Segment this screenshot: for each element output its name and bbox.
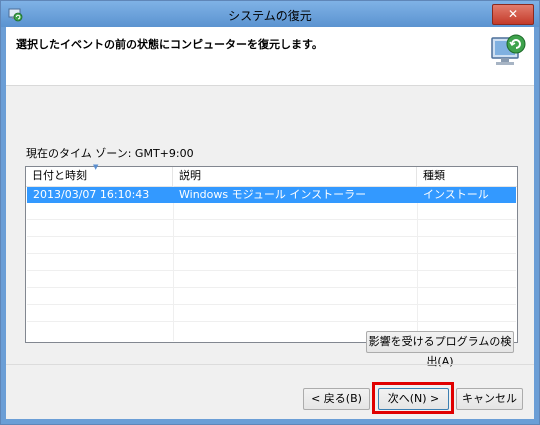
list-header: 日付と時刻 ▼ 説明 種類: [26, 163, 517, 187]
wizard-header: 選択したイベントの前の状態にコンピューターを復元します。: [6, 27, 534, 86]
back-button[interactable]: < 戻る(B): [303, 388, 370, 410]
page-heading: 選択したイベントの前の状態にコンピューターを復元します。: [16, 38, 323, 51]
cell-datetime: 2013/03/07 16:10:43: [33, 188, 150, 201]
system-restore-window: システムの復元 ✕ 選択したイベントの前の状態にコンピューターを復元します。 現…: [0, 0, 540, 425]
timezone-label: 現在のタイム ゾーン: GMT+9:00: [26, 147, 194, 160]
sort-arrow-icon: ▼: [93, 163, 99, 171]
grid-line: [27, 236, 516, 237]
close-button[interactable]: ✕: [492, 4, 534, 25]
computer-restore-icon: [491, 34, 526, 65]
grid-line: [27, 287, 516, 288]
table-row[interactable]: 2013/03/07 16:10:43 Windows モジュール インストーラ…: [27, 187, 516, 203]
grid-line: [27, 270, 516, 271]
grid-line: [27, 219, 516, 220]
column-header-datetime[interactable]: 日付と時刻: [26, 167, 173, 186]
grid-line: [27, 304, 516, 305]
highlight-box: [372, 382, 454, 414]
wizard-body: 現在のタイム ゾーン: GMT+9:00 日付と時刻 ▼ 説明 種類 2013/…: [6, 86, 534, 419]
window-title: システムの復元: [228, 9, 312, 23]
grid-line: [27, 321, 516, 322]
divider: [6, 364, 534, 365]
cell-type: インストール: [423, 188, 489, 201]
cell-description: Windows モジュール インストーラー: [179, 188, 367, 201]
column-header-type[interactable]: 種類: [417, 167, 517, 186]
restore-point-list[interactable]: 日付と時刻 ▼ 説明 種類 2013/03/07 16:10:43 Window…: [25, 163, 518, 343]
cancel-button[interactable]: キャンセル: [456, 388, 523, 410]
grid-line: [417, 186, 418, 341]
grid-line: [173, 186, 174, 341]
grid-line: [27, 253, 516, 254]
column-header-description[interactable]: 説明: [173, 167, 417, 186]
title-bar[interactable]: システムの復元 ✕: [1, 1, 539, 27]
scan-affected-programs-button[interactable]: 影響を受けるプログラムの検出(A): [366, 331, 514, 368]
